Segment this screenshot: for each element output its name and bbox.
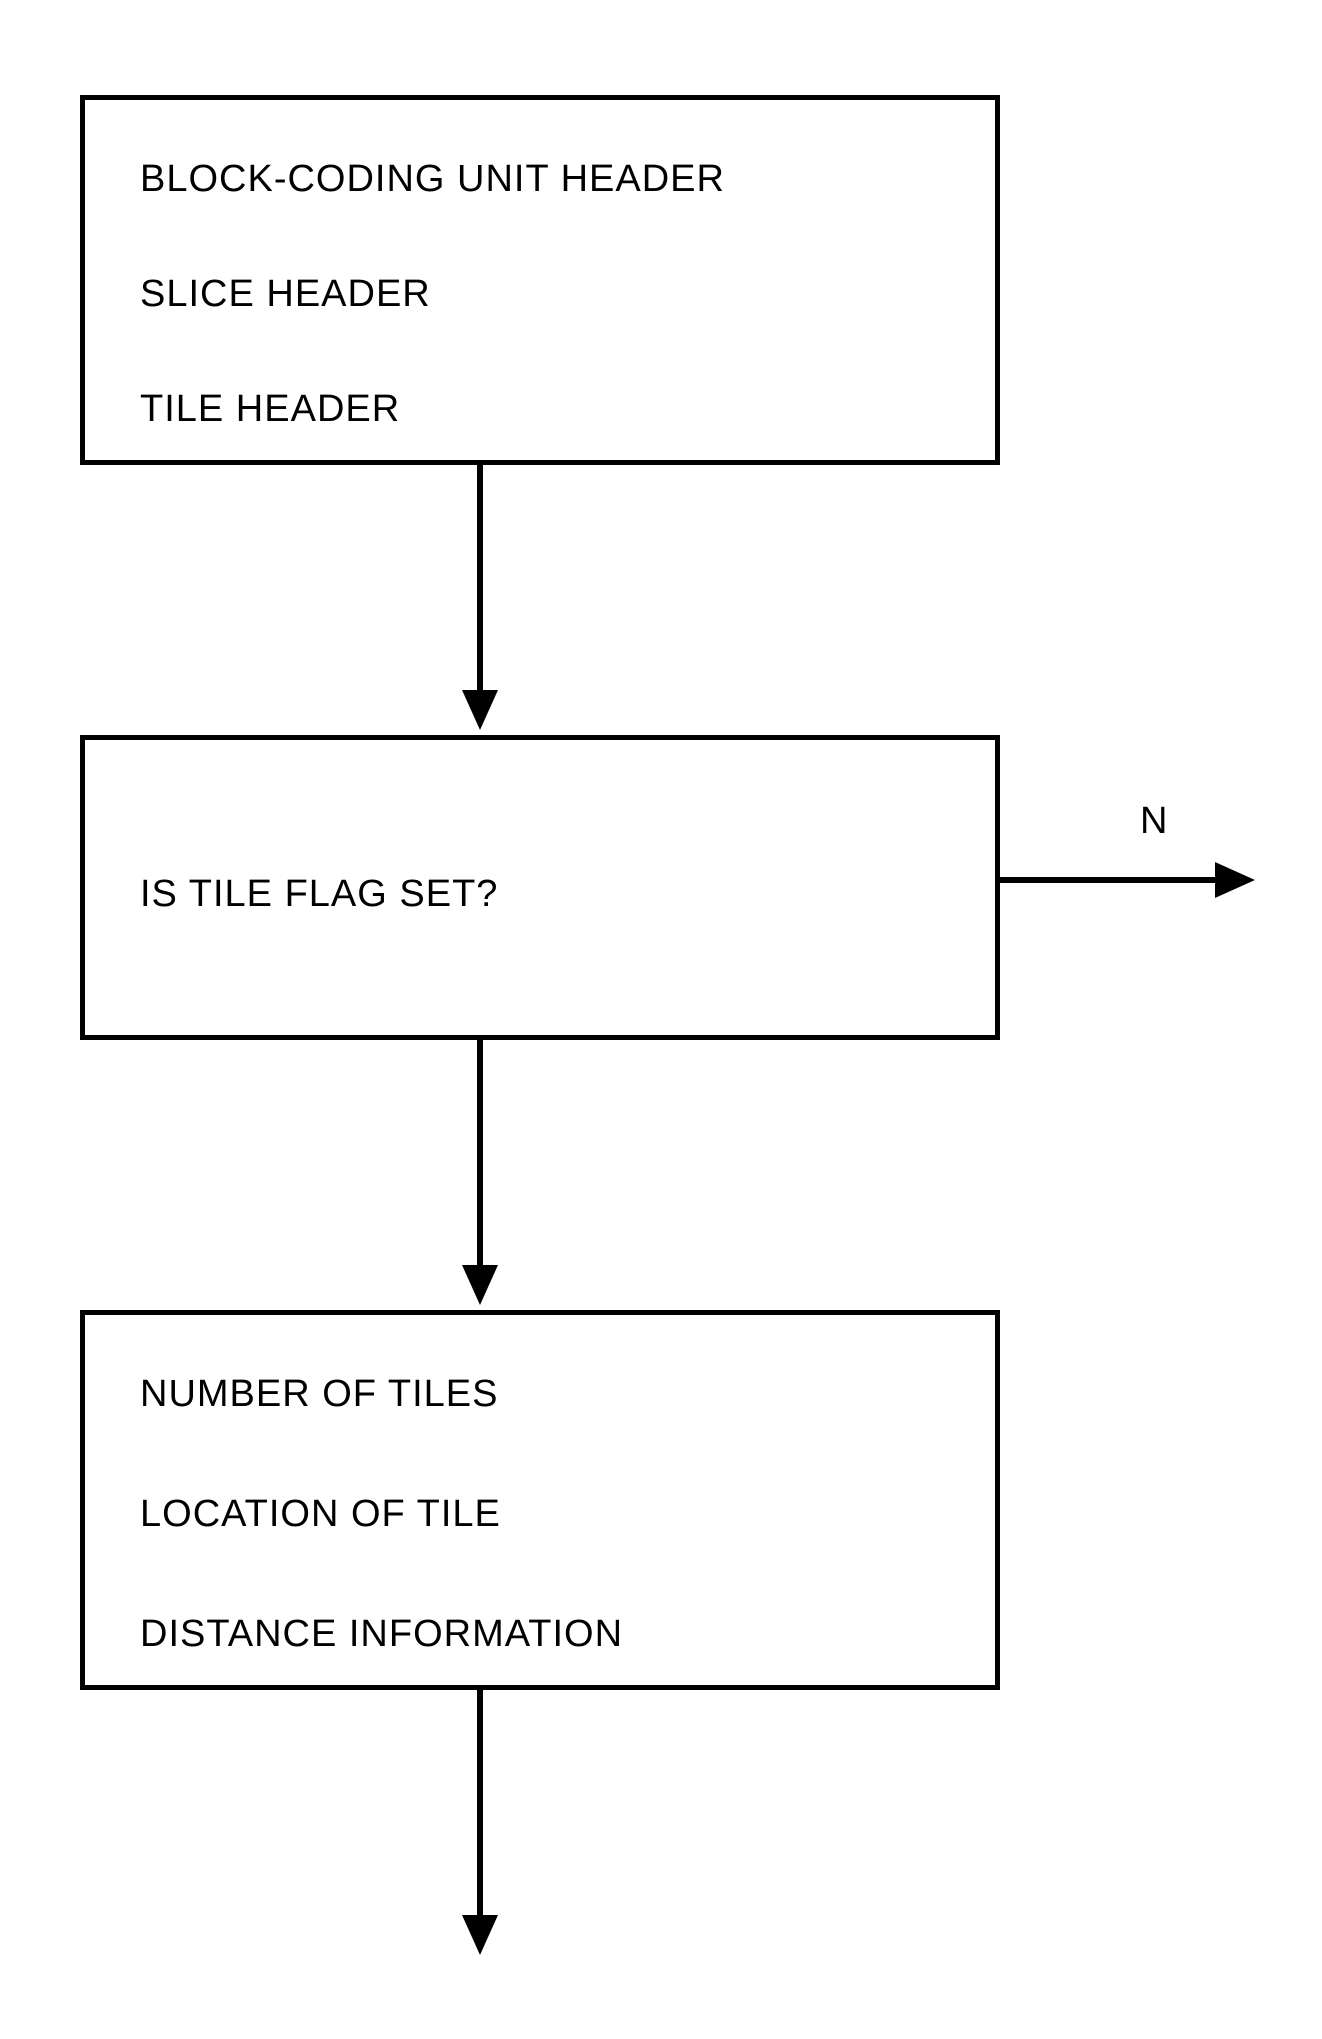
process-box-headers: BLOCK-CODING UNIT HEADER SLICE HEADER TI… [80, 95, 1000, 465]
process-box-tile-info: NUMBER OF TILES LOCATION OF TILE DISTANC… [80, 1310, 1000, 1690]
arrow-down-1 [450, 465, 510, 735]
box1-line0: BLOCK-CODING UNIT HEADER [140, 155, 725, 204]
arrow-right-n [1000, 850, 1260, 910]
decision-box-tile-flag: IS TILE FLAG SET? [80, 735, 1000, 1040]
box1-line1: SLICE HEADER [140, 270, 431, 319]
box1-line2: TILE HEADER [140, 385, 400, 434]
box3-line1: LOCATION OF TILE [140, 1490, 501, 1539]
box3-line2: DISTANCE INFORMATION [140, 1610, 623, 1659]
edge-label-n: N [1140, 800, 1167, 843]
arrow-down-2 [450, 1040, 510, 1310]
arrow-down-3 [450, 1690, 510, 1960]
box3-line0: NUMBER OF TILES [140, 1370, 498, 1419]
box2-line0: IS TILE FLAG SET? [140, 870, 498, 919]
